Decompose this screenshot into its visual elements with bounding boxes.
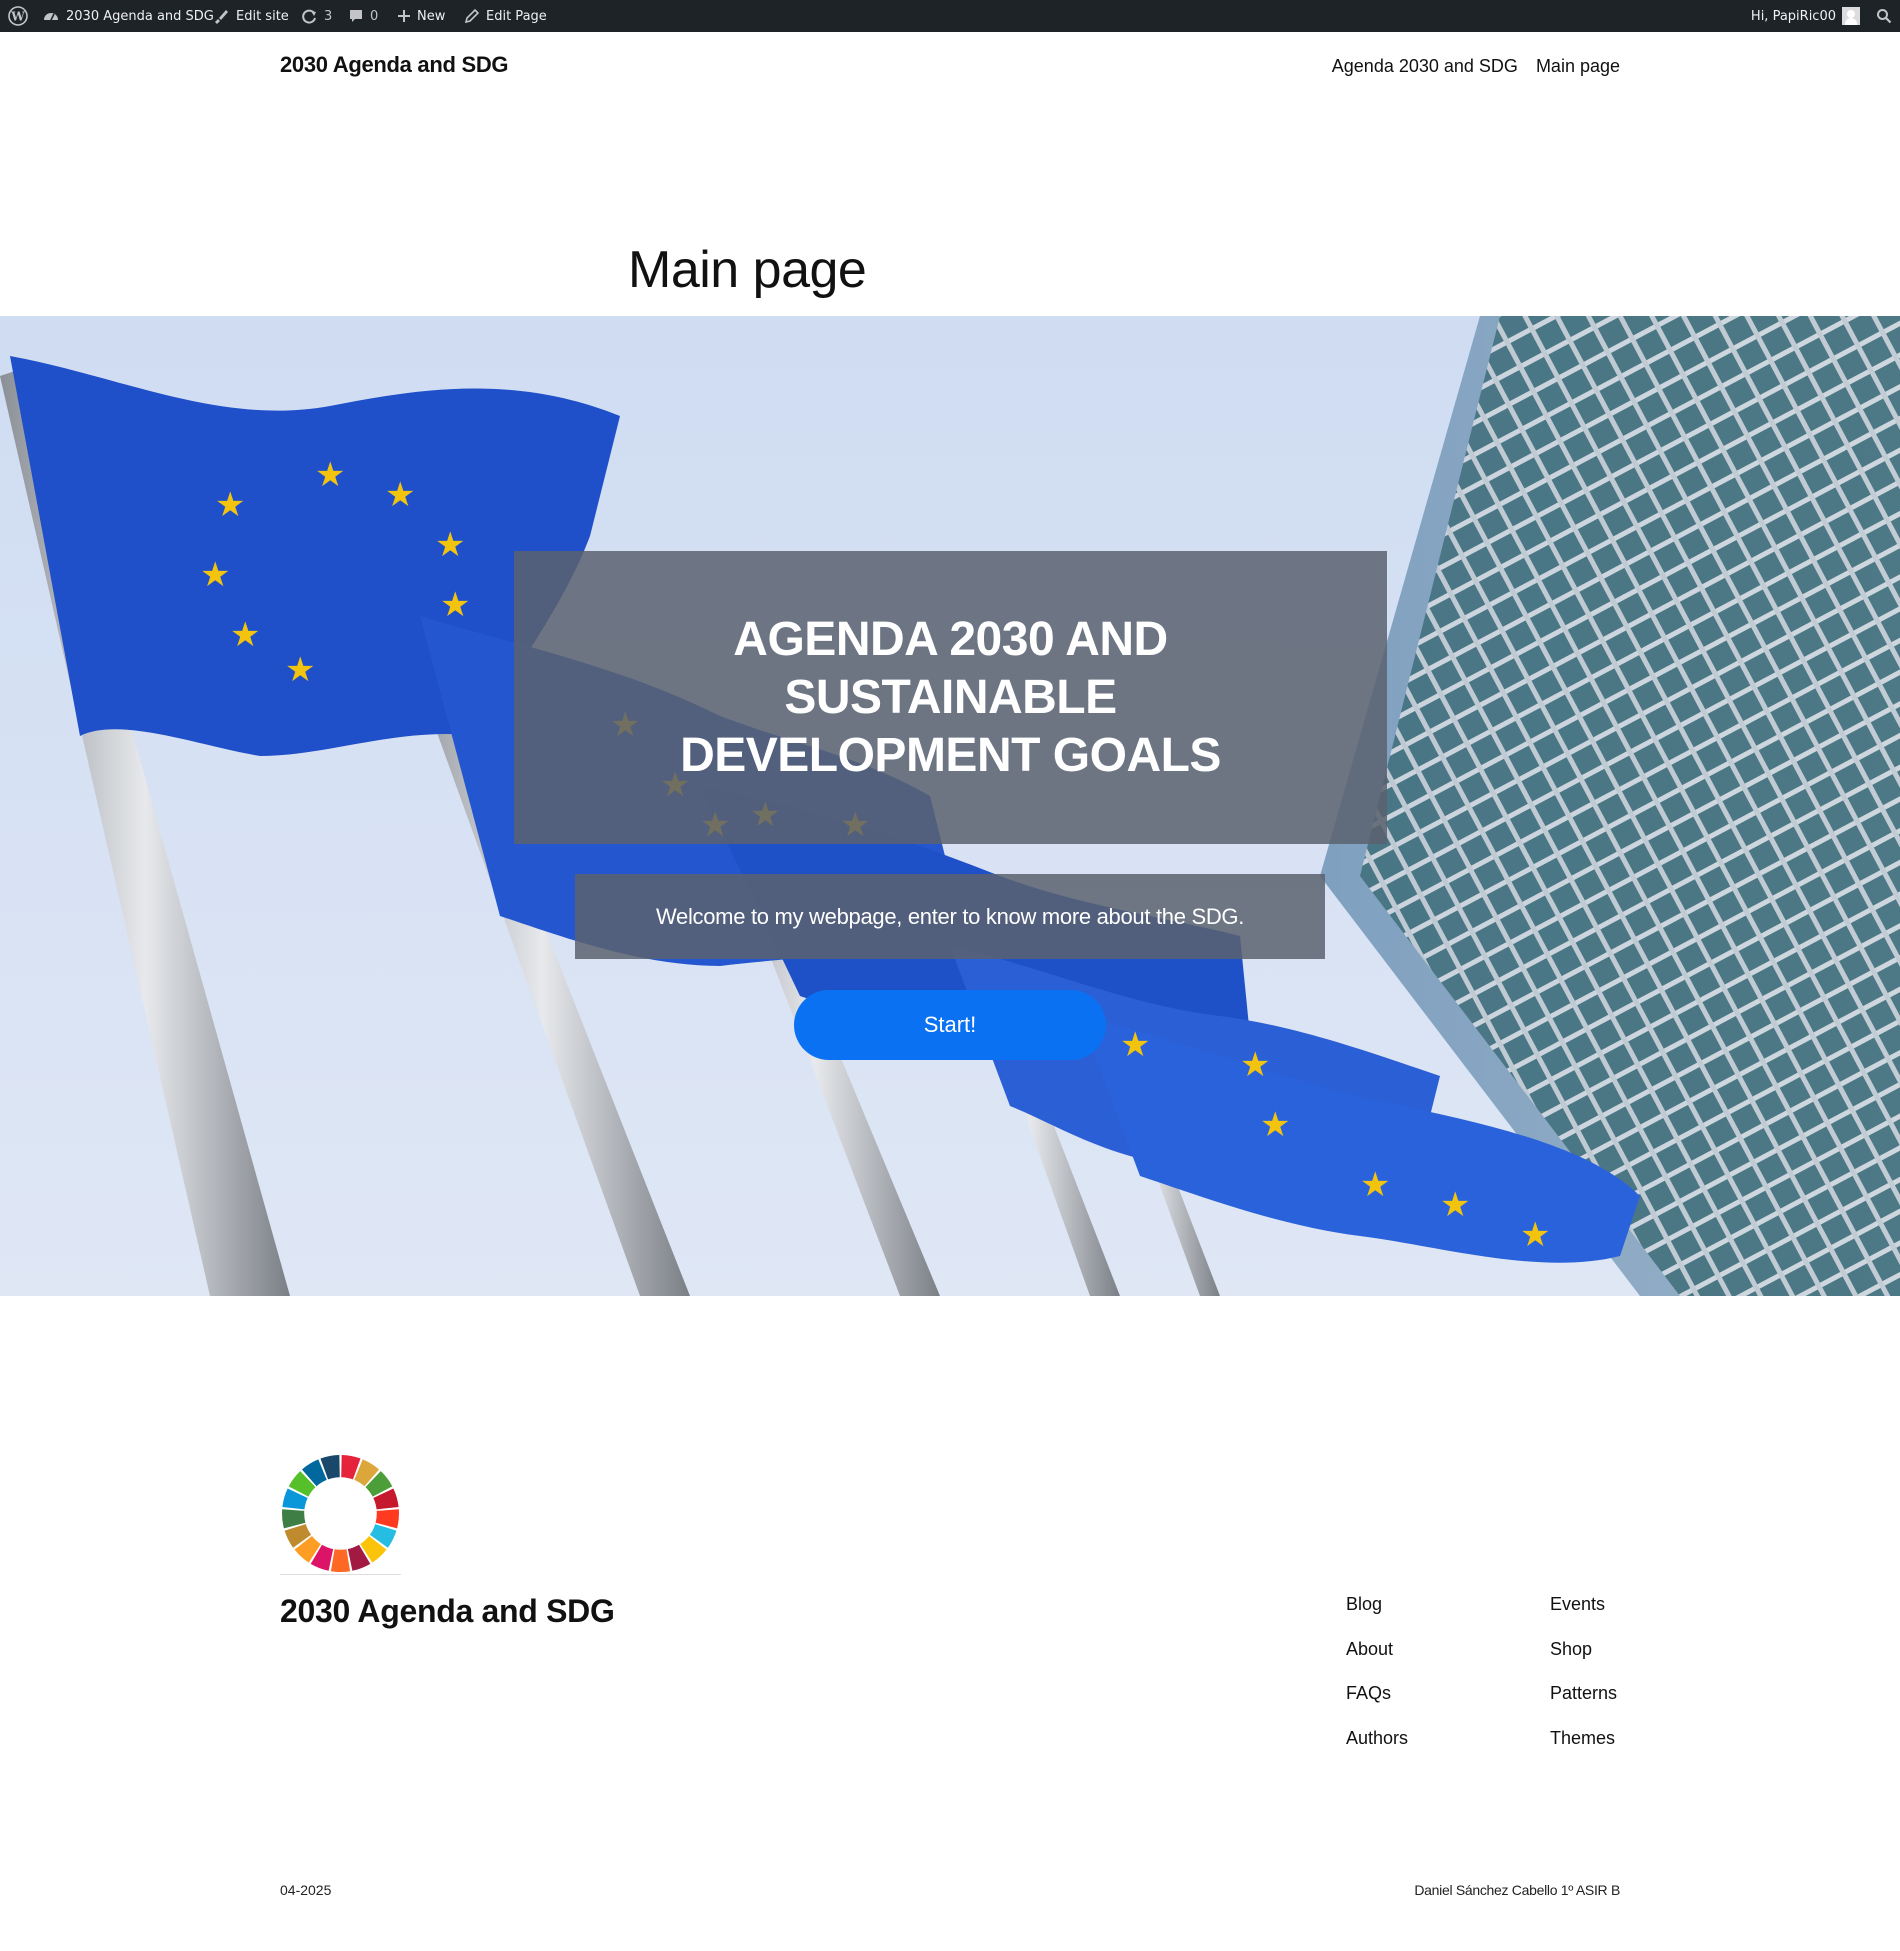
site-title[interactable]: 2030 Agenda and SDG [280,52,509,78]
footer-links-column-2: Events Shop Patterns Themes [1550,1593,1617,1771]
footer-site-title[interactable]: 2030 Agenda and SDG [280,1593,615,1630]
edit-site-label: Edit site [236,8,289,24]
svg-text:★: ★ [1440,1185,1470,1225]
footer-link-about[interactable]: About [1346,1638,1408,1683]
brush-icon [215,10,228,24]
logo-divider [280,1574,401,1575]
svg-text:★: ★ [215,485,245,525]
footer-link-shop[interactable]: Shop [1550,1638,1617,1683]
sdg-wheel-segment [330,1549,351,1572]
account-menu[interactable]: Hi, PapiRic00 [1751,0,1860,32]
admin-search-button[interactable] [1876,0,1892,32]
wordpress-logo-icon[interactable]: W [8,0,28,32]
admin-bar: W 2030 Agenda and SDG Edit site 3 0 New … [0,0,1900,32]
hero-subtext: Welcome to my webpage, enter to know mor… [575,874,1325,959]
dashboard-icon [44,13,58,21]
edit-page-link[interactable]: Edit Page [464,0,547,32]
svg-text:W: W [10,10,25,24]
footer-link-faqs[interactable]: FAQs [1346,1682,1408,1727]
admin-site-name: 2030 Agenda and SDG [66,8,214,24]
svg-text:★: ★ [1360,1165,1390,1205]
comment-icon [350,10,362,22]
hero-cover: ★★★ ★★★ ★★ ★★★ ★★ ★★★ ★★★ AGENDA 2030 AN… [0,316,1900,1296]
main-navigation: Agenda 2030 and SDG Main page [1332,56,1620,77]
svg-text:★: ★ [200,555,230,595]
footer-link-themes[interactable]: Themes [1550,1727,1617,1772]
new-label: New [417,8,446,24]
footer-link-events[interactable]: Events [1550,1593,1617,1638]
svg-text:★: ★ [1120,1025,1150,1065]
footer-link-authors[interactable]: Authors [1346,1727,1408,1772]
search-icon [1877,9,1892,24]
updates-count: 3 [324,8,333,24]
footer-date: 04-2025 [280,1882,332,1898]
comments-link[interactable]: 0 [348,0,378,32]
footer-link-patterns[interactable]: Patterns [1550,1682,1617,1727]
page-title: Main page [628,241,867,299]
admin-site-link[interactable]: 2030 Agenda and SDG [42,0,214,32]
footer-links-column-1: Blog About FAQs Authors [1346,1593,1408,1771]
svg-text:★: ★ [1240,1045,1270,1085]
hero-heading-box: AGENDA 2030 AND SUSTAINABLE DEVELOPMENT … [514,551,1387,844]
new-content-link[interactable]: New [397,0,445,32]
svg-text:★: ★ [435,525,465,565]
greeting-text: Hi, PapiRic00 [1750,8,1836,24]
edit-page-label: Edit Page [486,8,547,24]
svg-text:★: ★ [1520,1215,1550,1255]
footer-link-blog[interactable]: Blog [1346,1593,1408,1638]
footer-credit: Daniel Sánchez Cabello 1º ASIR B [1414,1882,1620,1898]
updates-icon [302,9,316,24]
svg-text:★: ★ [1260,1105,1290,1145]
edit-site-link[interactable]: Edit site [212,0,289,32]
sdg-wheel-logo [282,1455,399,1572]
comments-count: 0 [370,8,379,24]
svg-text:★: ★ [230,615,260,655]
updates-link[interactable]: 3 [300,0,332,32]
nav-item-agenda[interactable]: Agenda 2030 and SDG [1332,56,1518,77]
svg-text:★: ★ [385,475,415,515]
svg-text:★: ★ [440,585,470,625]
hero-heading: AGENDA 2030 AND SUSTAINABLE DEVELOPMENT … [680,612,1221,782]
svg-text:★: ★ [315,455,345,495]
start-button[interactable]: Start! [794,990,1106,1060]
pencil-icon [464,8,480,24]
nav-item-main-page[interactable]: Main page [1536,56,1620,77]
avatar [1842,7,1860,25]
plus-icon [398,10,410,22]
svg-text:★: ★ [285,650,315,690]
